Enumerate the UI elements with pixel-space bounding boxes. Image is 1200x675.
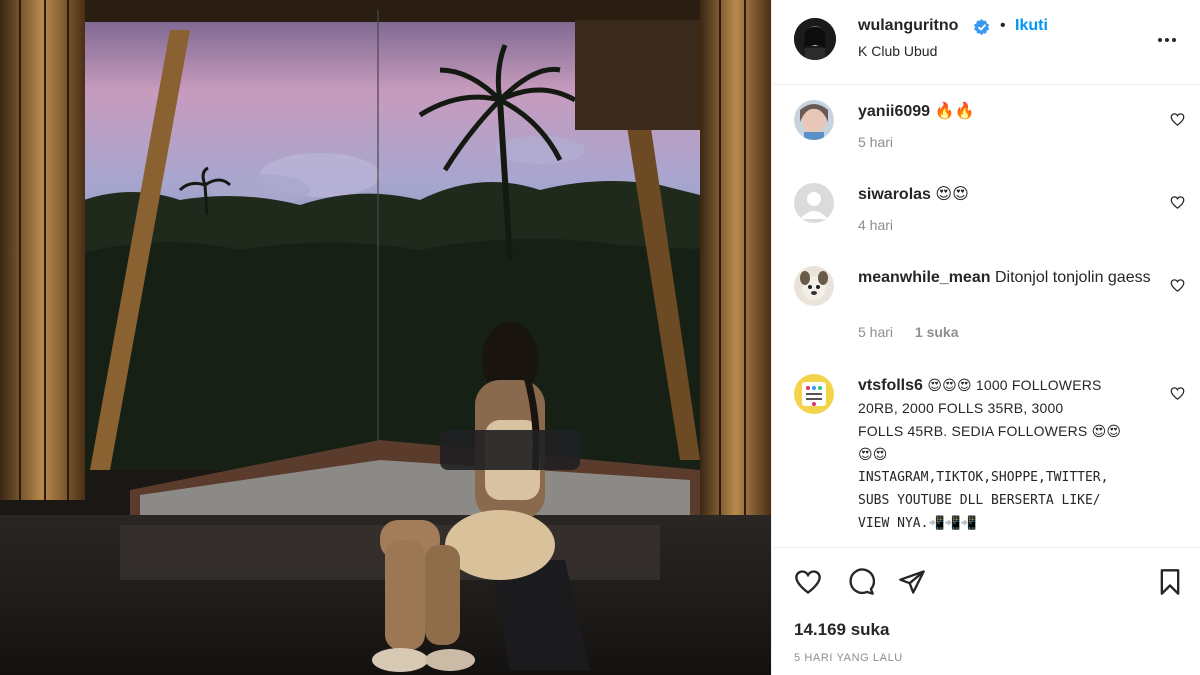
comment-body-line: FOLLS 45RB. SEDIA FOLLOWERS 😍😍 xyxy=(858,423,1122,439)
commenter-avatar[interactable] xyxy=(794,266,834,306)
commenter-username[interactable]: meanwhile_mean xyxy=(858,269,991,286)
post-like-count[interactable]: 14.169 suka xyxy=(794,620,889,640)
commenter-username[interactable]: vtsfolls6 xyxy=(858,377,923,394)
comment-body: Ditonjol tonjolin gaess xyxy=(994,269,1151,286)
commenter-username[interactable]: yanii6099 xyxy=(858,103,930,120)
comment-body-line: 😍😍😍 1000 FOLLOWERS xyxy=(927,377,1102,393)
post-header: wulanguritno • Ikuti K Club Ubud xyxy=(772,0,1200,85)
comment-body-line: 😍😍 xyxy=(858,446,888,462)
comment-meta: 5 hari 1 suka xyxy=(858,324,959,340)
comment-like-heart-icon[interactable] xyxy=(1170,112,1185,127)
author-avatar[interactable] xyxy=(794,18,836,60)
comment-body-line: INSTAGRAM,TIKTOK,SHOPPE,TWITTER, xyxy=(858,470,1109,485)
comment-body-line: VIEW NYA.📲📲📲 xyxy=(858,516,977,531)
comment-text: vtsfolls6 😍😍😍 1000 FOLLOWERS 20RB, 2000 … xyxy=(858,374,1168,535)
post-actions: 14.169 suka 5 HARI YANG LALU xyxy=(772,547,1200,675)
post-photo[interactable] xyxy=(0,0,771,675)
post-location[interactable]: K Club Ubud xyxy=(858,43,937,59)
comment-time[interactable]: 5 hari xyxy=(858,134,893,150)
separator-dot: • xyxy=(1000,17,1006,34)
comment-body-line: 20RB, 2000 FOLLS 35RB, 3000 xyxy=(858,400,1064,416)
post-timestamp[interactable]: 5 HARI YANG LALU xyxy=(794,652,903,664)
comment-body: 😍😍 xyxy=(935,186,969,203)
commenter-avatar[interactable] xyxy=(794,183,834,223)
comment-body-line: SUBS YOUTUBE DLL BERSERTA LIKE/ xyxy=(858,493,1101,508)
comment-text: yanii6099 🔥🔥 xyxy=(858,100,1158,123)
comment-meta: 5 hari xyxy=(858,134,893,150)
photo-scene xyxy=(0,0,771,675)
comment-like-count[interactable]: 1 suka xyxy=(915,324,959,340)
comment-text: siwarolas 😍😍 xyxy=(858,183,1158,206)
comments-list[interactable]: yanii6099 🔥🔥 5 hari siwarolas 😍😍 4 hari … xyxy=(772,86,1200,546)
comment-like-heart-icon[interactable] xyxy=(1170,278,1185,293)
bookmark-icon[interactable] xyxy=(1156,568,1184,596)
verified-badge-icon xyxy=(974,19,990,35)
paper-plane-icon[interactable] xyxy=(898,568,926,596)
comment-meta: 4 hari xyxy=(858,217,893,233)
more-options-icon[interactable] xyxy=(1156,29,1178,51)
comment-time[interactable]: 5 hari xyxy=(858,324,893,340)
comment-body: 🔥🔥 xyxy=(934,103,975,120)
comment-text: meanwhile_mean Ditonjol tonjolin gaess xyxy=(858,266,1158,289)
comment-like-heart-icon[interactable] xyxy=(1170,386,1185,401)
comment-like-heart-icon[interactable] xyxy=(1170,195,1185,210)
comment-time[interactable]: 4 hari xyxy=(858,217,893,233)
follow-button[interactable]: Ikuti xyxy=(1015,17,1048,35)
commenter-avatar[interactable] xyxy=(794,374,834,414)
author-username[interactable]: wulanguritno xyxy=(858,17,958,35)
heart-icon[interactable] xyxy=(794,568,822,596)
commenter-avatar[interactable] xyxy=(794,100,834,140)
post-side-panel: wulanguritno • Ikuti K Club Ubud yanii60… xyxy=(771,0,1200,675)
commenter-username[interactable]: siwarolas xyxy=(858,186,931,203)
comment-bubble-icon[interactable] xyxy=(847,568,875,596)
